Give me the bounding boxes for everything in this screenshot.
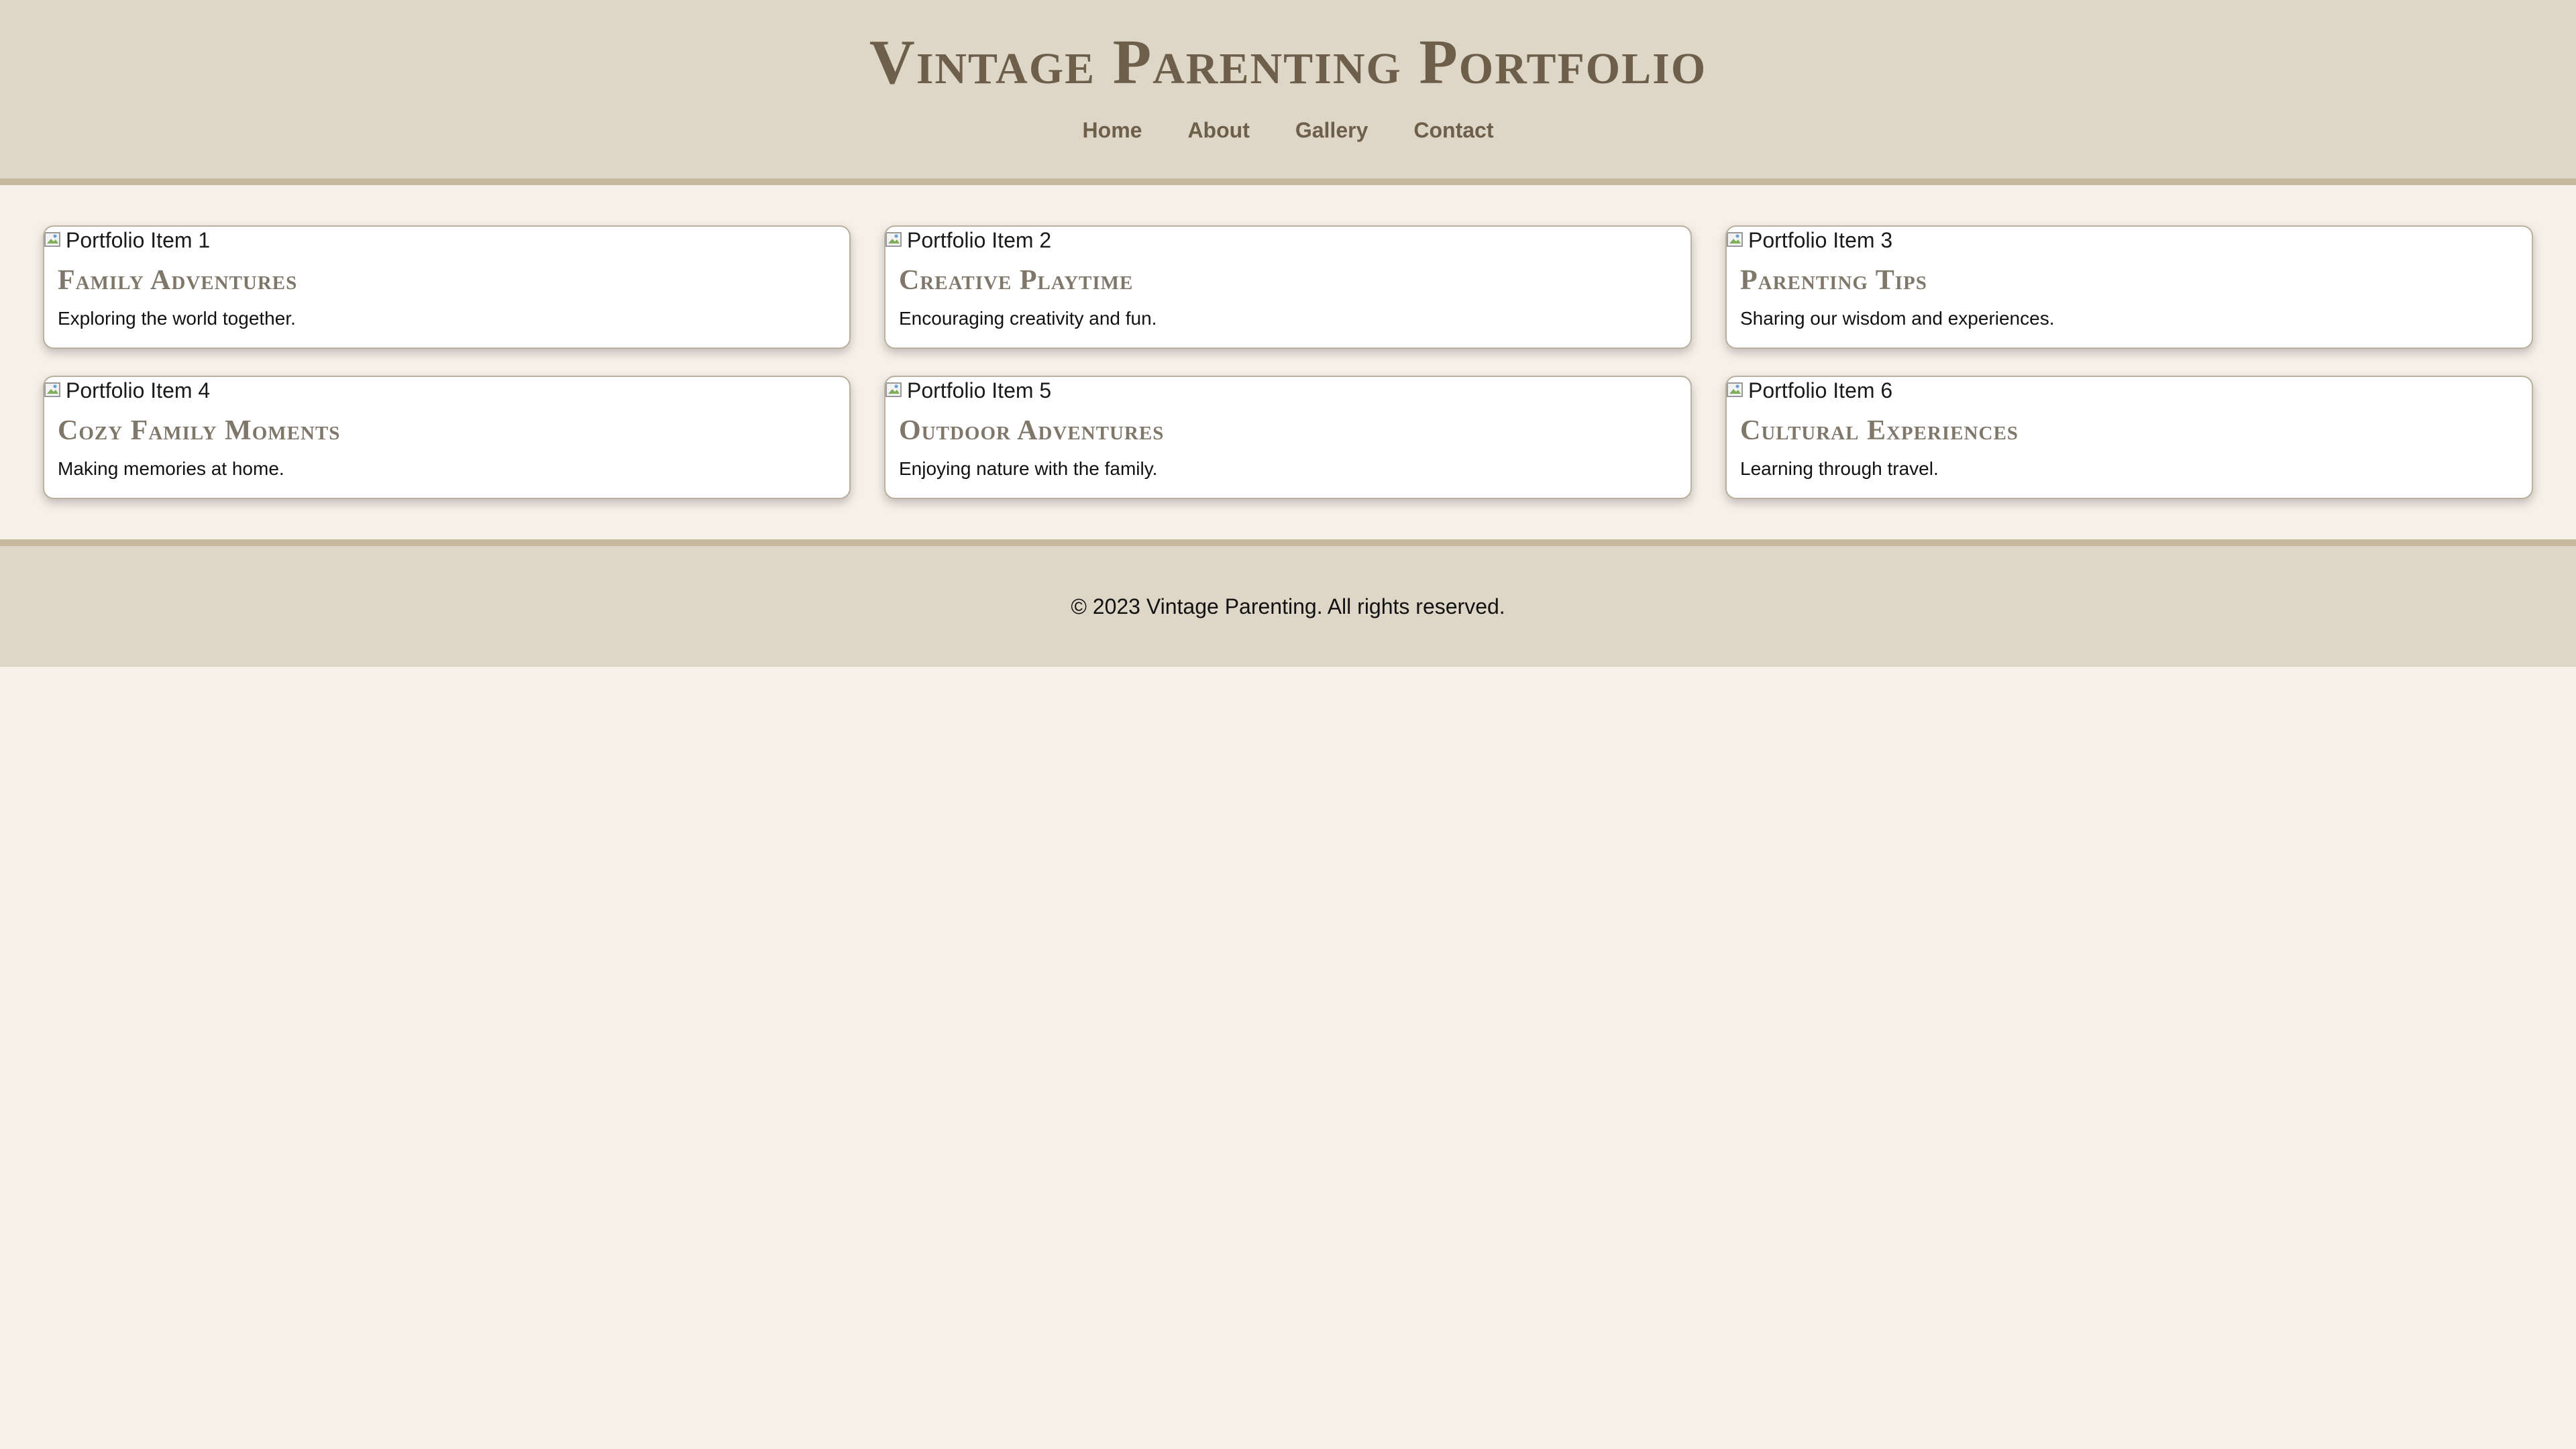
site-header: Vintage Parenting Portfolio Home About G…: [0, 0, 2576, 185]
nav-link-home[interactable]: Home: [1083, 117, 1142, 144]
broken-image-icon: [1727, 230, 1746, 250]
site-footer: © 2023 Vintage Parenting. All rights res…: [0, 539, 2576, 667]
portfolio-card[interactable]: Portfolio Item 4 Cozy Family Moments Mak…: [43, 376, 851, 499]
portfolio-grid: Portfolio Item 1 Family Adventures Explo…: [0, 185, 2576, 539]
portfolio-title: Family Adventures: [58, 265, 298, 296]
portfolio-title: Outdoor Adventures: [899, 415, 1165, 446]
portfolio-image: Portfolio Item 1: [44, 228, 849, 252]
portfolio-image-alt: Portfolio Item 2: [907, 228, 1052, 252]
portfolio-description: Exploring the world together.: [58, 308, 296, 329]
broken-image-icon: [44, 230, 63, 250]
broken-image-icon: [885, 230, 904, 250]
nav-link-gallery[interactable]: Gallery: [1295, 117, 1368, 144]
portfolio-card[interactable]: Portfolio Item 3 Parenting Tips Sharing …: [1725, 225, 2533, 349]
portfolio-card[interactable]: Portfolio Item 6 Cultural Experiences Le…: [1725, 376, 2533, 499]
page-title: Vintage Parenting Portfolio: [869, 28, 1707, 97]
portfolio-title: Parenting Tips: [1740, 265, 1927, 296]
portfolio-description: Learning through travel.: [1740, 458, 1939, 479]
nav-link-about[interactable]: About: [1187, 117, 1249, 144]
portfolio-image: Portfolio Item 2: [885, 228, 1690, 252]
portfolio-title: Cultural Experiences: [1740, 415, 2019, 446]
portfolio-description: Sharing our wisdom and experiences.: [1740, 308, 2055, 329]
portfolio-image-alt: Portfolio Item 3: [1748, 228, 1893, 252]
broken-image-icon: [44, 380, 63, 400]
portfolio-card[interactable]: Portfolio Item 1 Family Adventures Explo…: [43, 225, 851, 349]
portfolio-description: Making memories at home.: [58, 458, 284, 479]
portfolio-description: Enjoying nature with the family.: [899, 458, 1158, 479]
portfolio-card[interactable]: Portfolio Item 5 Outdoor Adventures Enjo…: [884, 376, 1692, 499]
portfolio-image-alt: Portfolio Item 4: [66, 378, 211, 402]
portfolio-description: Encouraging creativity and fun.: [899, 308, 1157, 329]
nav-link-contact[interactable]: Contact: [1413, 117, 1493, 144]
broken-image-icon: [1727, 380, 1746, 400]
portfolio-image: Portfolio Item 3: [1727, 228, 2532, 252]
portfolio-image: Portfolio Item 5: [885, 378, 1690, 402]
broken-image-icon: [885, 380, 904, 400]
portfolio-image: Portfolio Item 6: [1727, 378, 2532, 402]
portfolio-image-alt: Portfolio Item 6: [1748, 378, 1893, 402]
copyright-text: © 2023 Vintage Parenting. All rights res…: [1071, 594, 1505, 619]
portfolio-image-alt: Portfolio Item 1: [66, 228, 211, 252]
portfolio-title: Creative Playtime: [899, 265, 1134, 296]
main-nav: Home About Gallery Contact: [0, 117, 2576, 144]
portfolio-title: Cozy Family Moments: [58, 415, 341, 446]
portfolio-image: Portfolio Item 4: [44, 378, 849, 402]
portfolio-card[interactable]: Portfolio Item 2 Creative Playtime Encou…: [884, 225, 1692, 349]
portfolio-image-alt: Portfolio Item 5: [907, 378, 1052, 402]
